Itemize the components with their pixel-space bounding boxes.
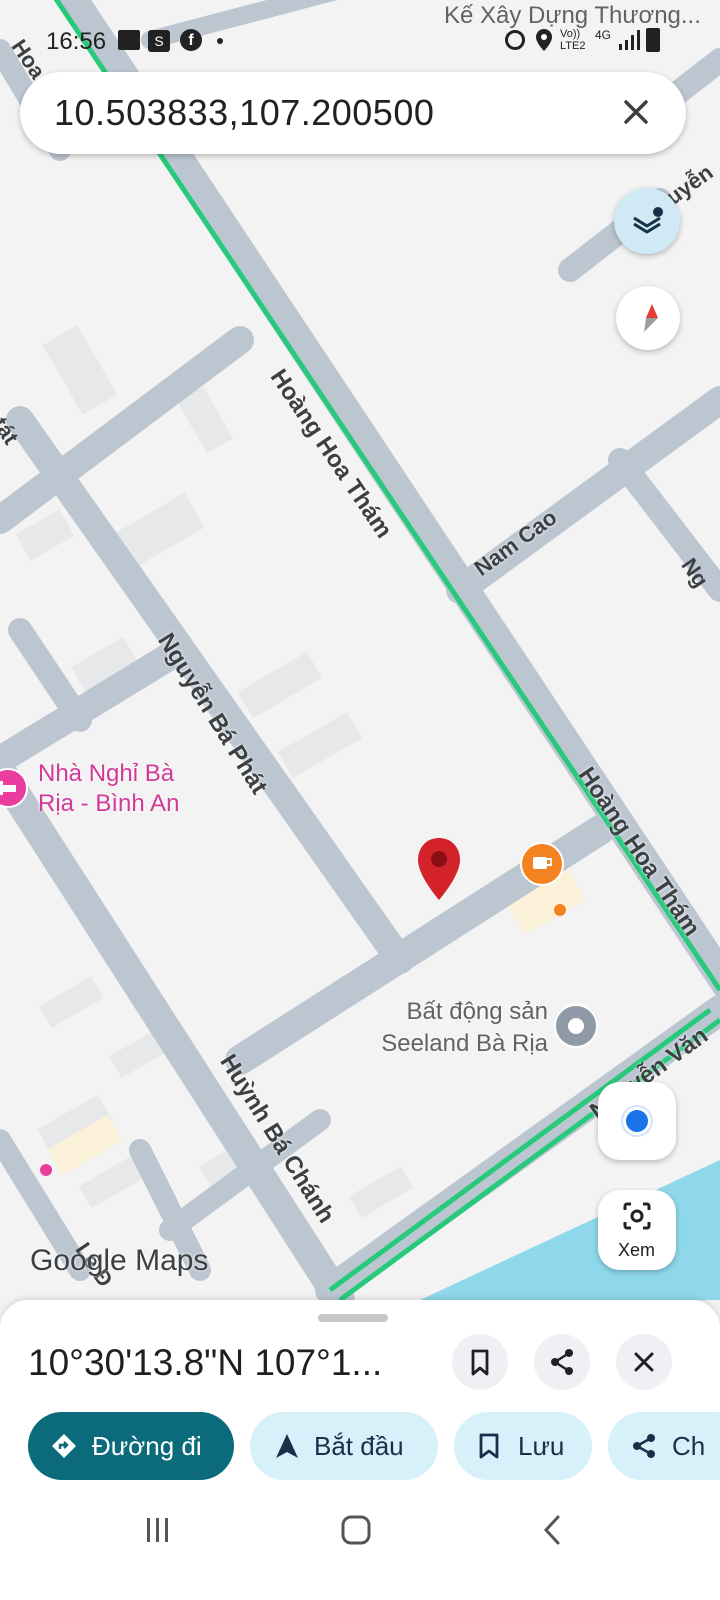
my-location-icon: [626, 1110, 648, 1132]
bookmark-icon: [471, 1349, 489, 1376]
save-label: Lưu: [518, 1431, 565, 1461]
directions-button[interactable]: Đường đi: [28, 1412, 234, 1480]
navigation-arrow-icon: [276, 1434, 298, 1458]
signal-icon: [618, 30, 640, 55]
pink-dot-poi[interactable]: [40, 1164, 52, 1176]
google-maps-logo: Google Maps: [30, 1244, 209, 1277]
coordinates-title: 10°30'13.8"N 107°1...: [28, 1342, 383, 1383]
bookmark-icon: [479, 1433, 499, 1459]
layers-button[interactable]: [614, 188, 680, 254]
close-icon[interactable]: [614, 90, 658, 134]
system-nav-bar: [0, 1488, 720, 1600]
share-button[interactable]: [534, 1334, 590, 1390]
lens-button[interactable]: Xem: [598, 1190, 676, 1270]
coffee-cup-icon: [533, 857, 552, 869]
share-chip-button[interactable]: Ch: [608, 1412, 720, 1480]
hotel-name-line1: Nhà Nghỉ Bà: [38, 760, 175, 787]
home-icon[interactable]: [340, 1514, 372, 1546]
compass-button[interactable]: [616, 286, 680, 350]
close-sheet-button[interactable]: [616, 1334, 672, 1390]
search-bar[interactable]: 10.503833,107.200500: [20, 72, 686, 154]
back-icon[interactable]: [540, 1514, 566, 1546]
place-marker-icon: [554, 1004, 598, 1048]
location-icon: [535, 28, 553, 57]
red-location-pin[interactable]: [416, 836, 462, 902]
network-type: 4G: [595, 28, 612, 42]
start-label: Bắt đầu: [314, 1431, 404, 1461]
bed-icon: [0, 768, 28, 808]
status-time: 16:56: [46, 28, 107, 55]
layers-icon: [633, 207, 663, 234]
directions-icon: [52, 1434, 76, 1458]
top-right-place-text: Kế Xây Dựng Thương...: [444, 2, 701, 29]
dot-indicator: [217, 38, 223, 44]
save-bookmark-button[interactable]: [452, 1334, 508, 1390]
hotel-name-line2: Rịa - Bình An: [38, 790, 180, 817]
sheet-drag-handle[interactable]: [318, 1314, 388, 1322]
orange-dot-poi[interactable]: [554, 904, 566, 916]
search-input[interactable]: 10.503833,107.200500: [54, 92, 434, 134]
facebook-icon: f: [180, 29, 202, 51]
hotel-poi[interactable]: Nhà Nghỉ Bà Rịa - Bình An: [0, 760, 200, 820]
share-icon: [551, 1349, 573, 1375]
realestate-name-line2: Seeland Bà Rịa: [381, 1030, 548, 1057]
shopping-bag-icon: S: [148, 30, 170, 52]
share-icon: [633, 1434, 655, 1458]
lens-icon: [623, 1202, 651, 1230]
directions-label: Đường đi: [92, 1431, 202, 1461]
network-label: Vo)) LTE2: [560, 28, 586, 52]
my-location-button[interactable]: [598, 1082, 676, 1160]
close-icon: [634, 1352, 654, 1372]
image-icon: [118, 30, 140, 50]
lens-label: Xem: [618, 1240, 656, 1260]
share-label: Ch: [672, 1431, 706, 1461]
compass-icon: [644, 304, 658, 332]
realestate-poi[interactable]: Bất động sản Seeland Bà Rịa: [360, 998, 600, 1062]
battery-icon: [646, 28, 660, 52]
status-bar: 16:56 S f Kế Xây Dựng Thương... Vo)) LTE…: [0, 0, 720, 70]
save-button[interactable]: Lưu: [454, 1412, 592, 1480]
start-button[interactable]: Bắt đầu: [250, 1412, 438, 1480]
cafe-poi[interactable]: [520, 842, 564, 886]
realestate-name-line1: Bất động sản: [406, 998, 548, 1025]
recents-icon[interactable]: [144, 1516, 172, 1544]
alarm-icon: [505, 30, 525, 50]
